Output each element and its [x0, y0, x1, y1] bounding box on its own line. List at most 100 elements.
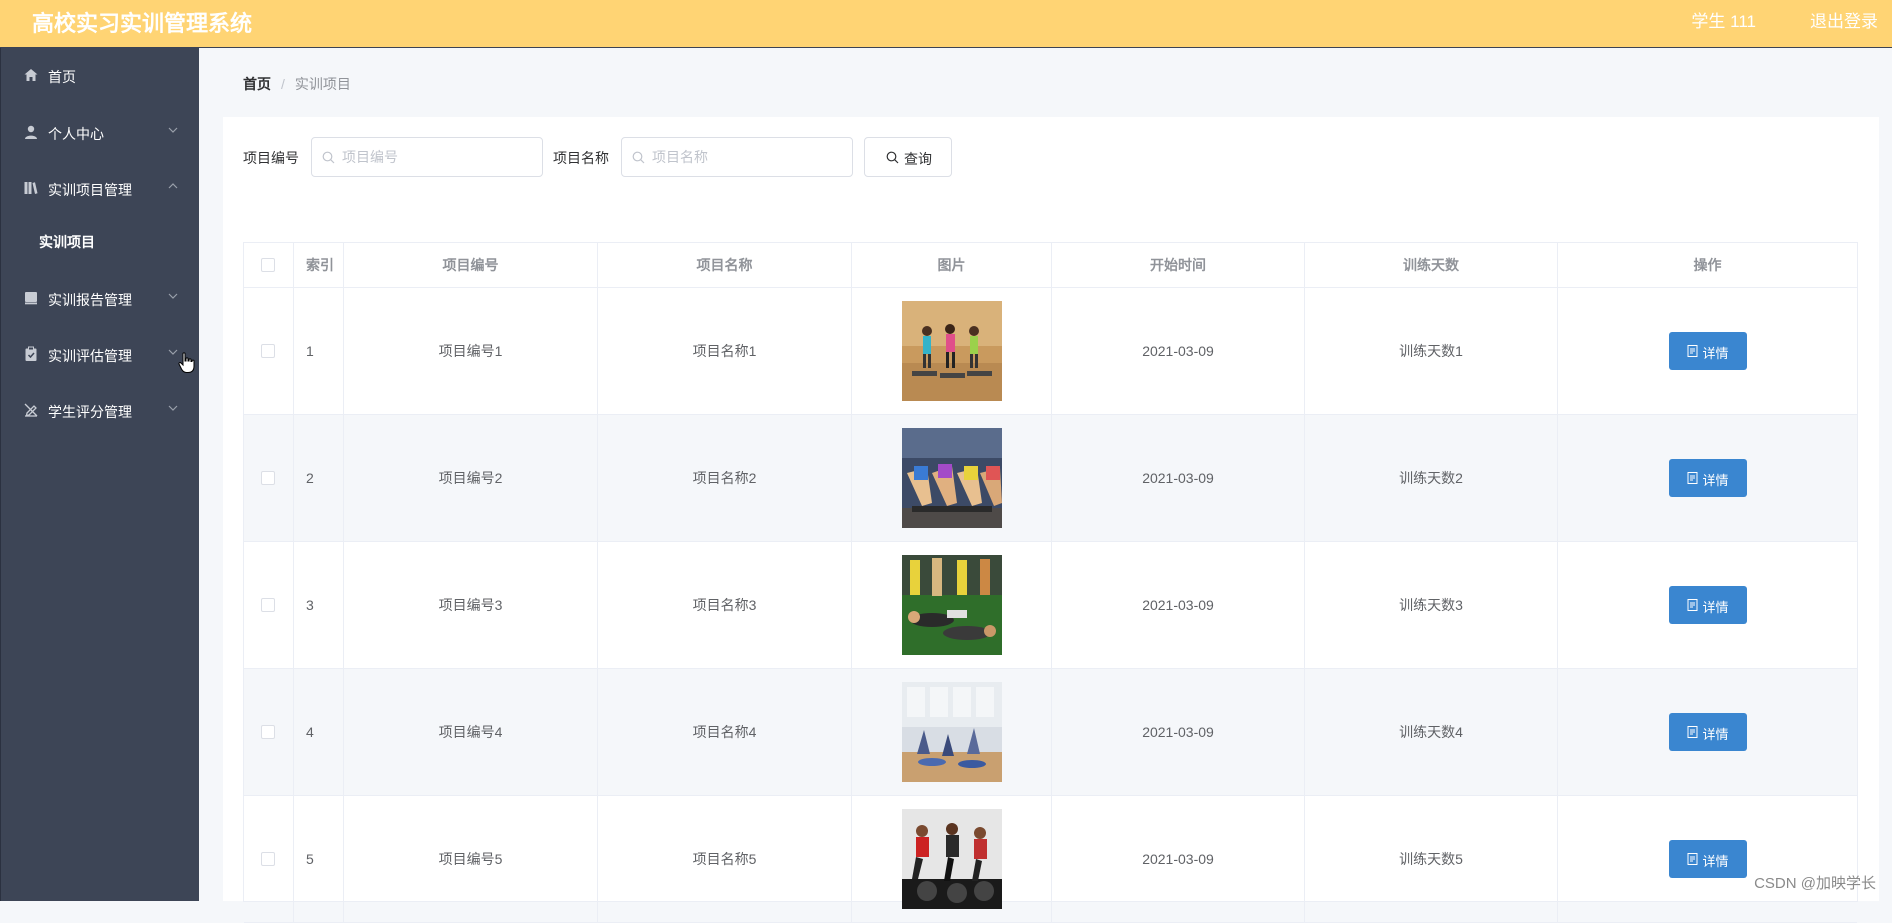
document-icon [1687, 472, 1698, 484]
name-cell: 项目名称4 [598, 669, 852, 795]
document-icon [1687, 853, 1698, 865]
column-header-start-time: 开始时间 [1052, 243, 1305, 287]
query-button[interactable]: 查询 [864, 137, 952, 177]
actions-cell: 详情 [1558, 288, 1857, 414]
user-icon [23, 124, 39, 140]
detail-button-label: 详情 [1703, 343, 1729, 362]
code-cell: 项目编号2 [344, 415, 598, 541]
image-cell [852, 288, 1052, 414]
actions-cell: 详情 [1558, 542, 1857, 668]
image-cell [852, 415, 1052, 541]
project-image [902, 428, 1002, 528]
breadcrumb-separator: / [281, 76, 285, 92]
document-icon [1687, 345, 1698, 357]
sidebar-item-home[interactable]: 首页 [1, 55, 200, 95]
detail-button[interactable]: 详情 [1669, 840, 1747, 878]
training-days-cell: 训练天数5 [1305, 796, 1558, 922]
table-row: 5 项目编号5 项目名称5 2021-03-09 训练天数5 详情 [244, 796, 1857, 923]
training-days-cell: 训练天数3 [1305, 542, 1558, 668]
image-cell [852, 542, 1052, 668]
sidebar-item-report-management[interactable]: 实训报告管理 [1, 278, 200, 318]
detail-button-label: 详情 [1703, 851, 1729, 870]
sidebar-item-label: 实训项目管理 [48, 180, 132, 200]
column-header-name: 项目名称 [598, 243, 852, 287]
training-days-cell: 训练天数1 [1305, 288, 1558, 414]
sidebar-item-label: 实训报告管理 [48, 290, 132, 310]
project-name-label: 项目名称 [553, 148, 609, 168]
detail-button-label: 详情 [1703, 597, 1729, 616]
chevron-down-icon [167, 290, 179, 302]
project-image [902, 555, 1002, 655]
detail-button[interactable]: 详情 [1669, 332, 1747, 370]
project-name-input[interactable] [652, 146, 842, 168]
index-cell: 4 [294, 669, 344, 795]
name-cell: 项目名称1 [598, 288, 852, 414]
search-icon [632, 151, 645, 164]
image-cell [852, 796, 1052, 922]
table-row: 4 项目编号4 项目名称4 2021-03-09 训练天数4 详情 [244, 669, 1857, 796]
detail-button[interactable]: 详情 [1669, 459, 1747, 497]
actions-cell: 详情 [1558, 796, 1857, 922]
name-cell: 项目名称2 [598, 415, 852, 541]
index-cell: 1 [294, 288, 344, 414]
app-title: 高校实习实训管理系统 [32, 6, 252, 38]
row-checkbox[interactable] [261, 852, 275, 866]
actions-cell: 详情 [1558, 415, 1857, 541]
sidebar-item-rating-management[interactable]: 学生评分管理 [1, 390, 200, 430]
project-image [902, 301, 1002, 401]
library-icon [23, 180, 39, 196]
breadcrumb-home[interactable]: 首页 [243, 76, 271, 92]
sidebar-item-evaluation-management[interactable]: 实训评估管理 [1, 334, 200, 374]
logout-link[interactable]: 退出登录 [1810, 7, 1878, 32]
row-checkbox[interactable] [261, 471, 275, 485]
detail-button-label: 详情 [1703, 470, 1729, 489]
start-time-cell: 2021-03-09 [1052, 415, 1305, 541]
start-time-cell: 2021-03-09 [1052, 669, 1305, 795]
row-select-cell [244, 669, 294, 795]
name-cell: 项目名称3 [598, 542, 852, 668]
project-code-input-box[interactable] [311, 137, 543, 177]
detail-button[interactable]: 详情 [1669, 586, 1747, 624]
table-header-row: 索引 项目编号 项目名称 图片 开始时间 训练天数 操作 [244, 243, 1857, 288]
project-name-input-box[interactable] [621, 137, 853, 177]
rating-icon [23, 402, 39, 418]
table-row: 3 项目编号3 项目名称3 2021-03-09 训练天数3 详情 [244, 542, 1857, 669]
watermark: CSDN @加映学长 [1754, 872, 1876, 893]
row-checkbox[interactable] [261, 598, 275, 612]
row-select-cell [244, 415, 294, 541]
chevron-up-icon [167, 180, 179, 192]
sidebar-subitem-project[interactable]: 实训项目 [1, 220, 200, 260]
top-header: 高校实习实训管理系统 学生 111 退出登录 [0, 0, 1892, 48]
row-checkbox[interactable] [261, 344, 275, 358]
sidebar-item-label: 个人中心 [48, 124, 104, 144]
detail-button-label: 详情 [1703, 724, 1729, 743]
start-time-cell: 2021-03-09 [1052, 288, 1305, 414]
project-table: 索引 项目编号 项目名称 图片 开始时间 训练天数 操作 1 项目编号1 项目名… [243, 242, 1858, 902]
project-code-label: 项目编号 [243, 148, 299, 168]
name-cell: 项目名称5 [598, 796, 852, 922]
code-cell: 项目编号5 [344, 796, 598, 922]
document-icon [1687, 599, 1698, 611]
project-code-input[interactable] [342, 146, 532, 168]
sidebar-subitem-label: 实训项目 [39, 232, 95, 252]
index-cell: 2 [294, 415, 344, 541]
image-cell [852, 669, 1052, 795]
row-select-cell [244, 288, 294, 414]
document-icon [1687, 726, 1698, 738]
table-row: 1 项目编号1 项目名称1 2021-03-09 训练天数1 详情 [244, 288, 1857, 415]
row-select-cell [244, 542, 294, 668]
sidebar-item-personal-center[interactable]: 个人中心 [1, 112, 200, 152]
search-icon [322, 151, 335, 164]
detail-button[interactable]: 详情 [1669, 713, 1747, 751]
sidebar-item-project-management[interactable]: 实训项目管理 [1, 168, 200, 208]
hand-cursor-icon [178, 352, 196, 374]
breadcrumb: 首页/实训项目 [243, 74, 351, 94]
query-button-label: 查询 [904, 149, 932, 169]
report-icon [23, 290, 39, 306]
row-checkbox[interactable] [261, 725, 275, 739]
chevron-down-icon [167, 402, 179, 414]
clipboard-icon [23, 346, 39, 362]
select-all-checkbox[interactable] [261, 258, 275, 272]
column-header-index: 索引 [294, 243, 344, 287]
select-all-cell [244, 243, 294, 287]
